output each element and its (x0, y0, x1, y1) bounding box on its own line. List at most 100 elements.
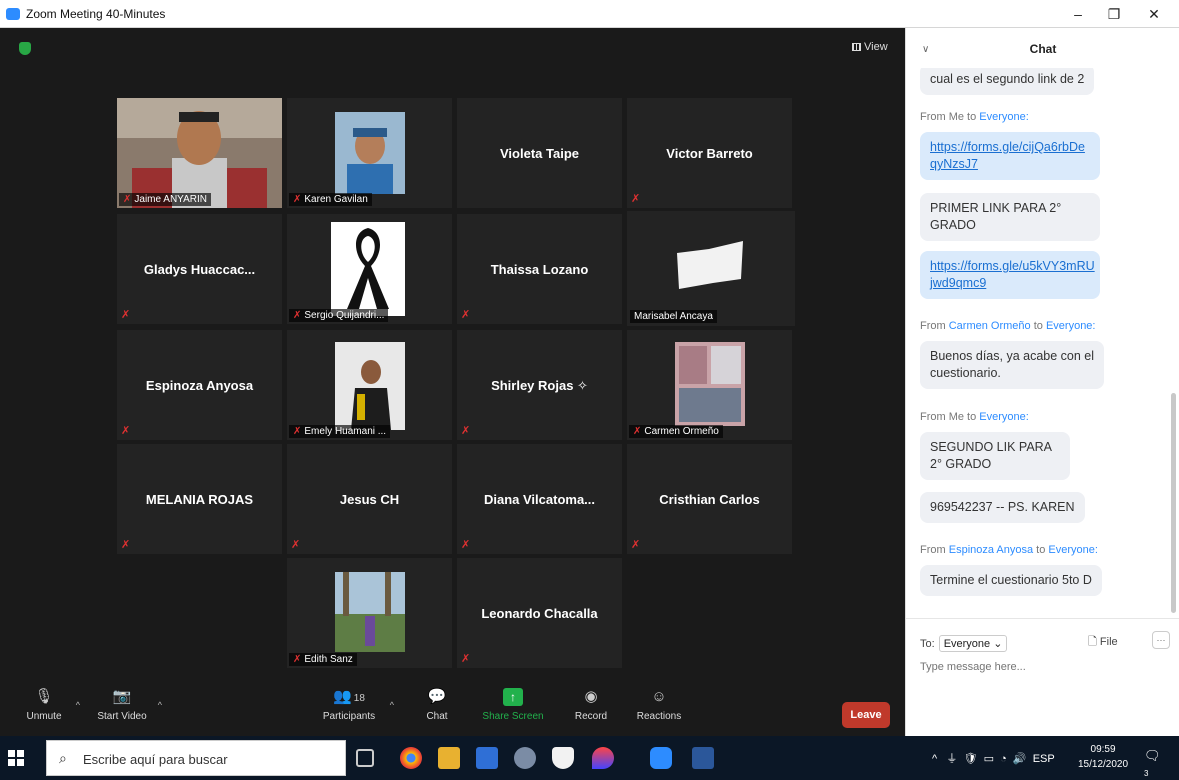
system-clock[interactable]: 09:59 15/12/2020 (1078, 742, 1128, 772)
store-icon[interactable] (476, 747, 498, 769)
file-label: File (1099, 636, 1118, 648)
chat-icon: 💬 (427, 688, 447, 705)
paint3d-icon[interactable] (592, 747, 614, 769)
participant-tile[interactable]: Gladys Huaccac... ✗ (117, 214, 282, 324)
reactions-icon: ☺ (651, 688, 667, 705)
chat-message-input[interactable] (920, 661, 1160, 673)
file-explorer-icon[interactable] (438, 747, 460, 769)
window-titlebar: Zoom Meeting 40-Minutes – ❐ ✕ (0, 0, 1179, 28)
file-icon: 🗋 (1088, 636, 1097, 648)
paint-icon[interactable] (514, 747, 536, 769)
chat-message: 969542237 -- PS. KAREN (920, 492, 1085, 523)
windows-start-icon[interactable] (8, 750, 24, 766)
muted-mic-icon: ✗ (293, 310, 302, 321)
sender-to: to (1033, 544, 1049, 556)
participant-tile[interactable]: Violeta Taipe (457, 98, 622, 208)
participant-name: Marisabel Ancaya (634, 311, 713, 322)
tray-shield-icon[interactable]: 🛡 (963, 753, 977, 765)
tray-battery-icon[interactable]: ▭ (984, 753, 994, 765)
windows-taskbar: ⌕ Escribe aquí para buscar ^ ⏚ 🛡 ▭ ◔ 🔊 E… (0, 736, 1179, 780)
chat-link-message[interactable]: https://forms.gle/u5kVY3mRU jwd9qmc9 (920, 251, 1100, 299)
language-indicator[interactable]: ESP (1033, 753, 1055, 765)
message-sender: From Me to Everyone: (920, 111, 1029, 123)
search-placeholder: Escribe aquí para buscar (83, 752, 228, 767)
participant-tile[interactable]: Thaissa Lozano ✗ (457, 214, 622, 324)
participant-tile[interactable]: Diana Vilcatoma... ✗ (457, 444, 622, 554)
security-shield-icon[interactable] (19, 42, 31, 55)
record-icon: ◉ (584, 688, 598, 705)
recipient-dropdown[interactable]: Everyone ⌄ (938, 635, 1008, 652)
reactions-button[interactable]: ☺ Reactions (636, 688, 682, 722)
more-options-button[interactable]: ··· (1152, 631, 1170, 649)
view-button[interactable]: View (852, 41, 888, 53)
participant-name: Karen Gavilan (304, 194, 368, 205)
participant-tile[interactable]: ✗ Sergio Quijandri... (287, 214, 452, 324)
participant-label: ✗ Sergio Quijandri... (289, 309, 389, 322)
participant-tile[interactable]: Leonardo Chacalla ✗ (457, 558, 622, 668)
file-button[interactable]: 🗋 File (1088, 633, 1118, 652)
tray-arrow-icon[interactable]: ^ (932, 753, 937, 765)
zoom-app-icon (6, 8, 20, 20)
participant-name: Gladys Huaccac... (143, 262, 256, 277)
audio-options-caret-icon[interactable]: ^ (76, 700, 80, 710)
participant-tile[interactable]: Jesus CH ✗ (287, 444, 452, 554)
participant-tile[interactable]: ✗ Karen Gavilan (287, 98, 452, 208)
chat-button[interactable]: 💬 Chat (422, 688, 452, 722)
chat-message: cual es el segundo link de 2 (920, 68, 1095, 95)
system-tray: ^ ⏚ 🛡 ▭ ◔ 🔊 ESP (932, 750, 1055, 766)
video-gallery: View ✗ Jaime ANYARIN ✗ Karen Gavilan Viole… (0, 28, 905, 736)
participant-tile[interactable]: Espinoza Anyosa ✗ (117, 330, 282, 440)
chat-composer: To: Everyone ⌄ 🗋 File ··· (906, 618, 1179, 736)
record-button[interactable]: ◉ Record (572, 688, 610, 722)
chat-link-message[interactable]: https://forms.gle/cijQa6rbDe qyNzsJ7 (920, 132, 1100, 180)
sender-prefix: From (920, 544, 949, 556)
participant-label: ✗ Emely Huamani ... (289, 425, 391, 438)
participants-button[interactable]: 👥 18 Participants ^ (318, 688, 394, 722)
close-button[interactable]: ✕ (1131, 3, 1177, 25)
recipient: Everyone: (1045, 320, 1096, 332)
leave-button[interactable]: Leave (842, 702, 890, 728)
participant-tile[interactable]: Shirley Rojas ✧ ✗ (457, 330, 622, 440)
participant-video (287, 330, 452, 440)
muted-mic-icon: ✗ (631, 193, 641, 205)
word-icon[interactable] (692, 747, 714, 769)
participant-tile[interactable]: MELANIA ROJAS ✗ (117, 444, 282, 554)
chat-message: Termine el cuestionario 5to D (920, 565, 1102, 596)
video-options-caret-icon[interactable]: ^ (158, 700, 162, 710)
notification-count: 3 (1144, 769, 1149, 778)
start-video-button[interactable]: 📷 Start Video ^ (96, 688, 162, 722)
muted-mic-icon: ✗ (291, 539, 301, 551)
chat-label: Chat (426, 711, 448, 722)
taskbar-search-box[interactable]: ⌕ Escribe aquí para buscar (46, 740, 346, 776)
unmute-button[interactable]: 🎙 Unmute ^ (22, 688, 80, 722)
share-screen-button[interactable]: ↑ Share Screen (482, 688, 544, 722)
participant-tile[interactable]: ✗ Jaime ANYARIN (117, 98, 282, 208)
participant-name: Thaissa Lozano (490, 262, 589, 277)
tray-volume-icon[interactable]: 🔊 (1013, 753, 1027, 765)
participant-tile[interactable]: ✗ Emely Huamani ... (287, 330, 452, 440)
participant-tile[interactable]: ✗ Edith Sanz (287, 558, 452, 668)
tray-wifi-icon[interactable]: ◔ (1000, 753, 1007, 765)
participant-tile[interactable]: Victor Barreto ✗ (627, 98, 792, 208)
participant-tile-active-speaker[interactable]: Marisabel Ancaya (627, 211, 795, 326)
chrome-icon[interactable] (400, 747, 422, 769)
participant-label: ✗ Jaime ANYARIN (119, 193, 212, 206)
participant-name: Emely Huamani ... (304, 426, 387, 437)
tray-usb-icon[interactable]: ⏚ (946, 753, 957, 765)
message-sender: From Me to Everyone: (920, 411, 1029, 423)
sender-prefix: From Me to (920, 111, 980, 123)
zoom-taskbar-icon[interactable] (650, 747, 672, 769)
chat-scrollbar[interactable] (1171, 393, 1176, 613)
muted-mic-icon: ✗ (631, 539, 641, 551)
participant-name: Edith Sanz (304, 654, 353, 665)
chat-messages[interactable]: cual es el segundo link de 2 From Me to … (906, 68, 1168, 613)
notification-icon[interactable]: 🗨3 (1144, 748, 1162, 778)
muted-mic-icon: ✗ (121, 425, 131, 437)
participants-caret-icon[interactable]: ^ (390, 700, 394, 710)
participants-label: Participants (322, 711, 376, 722)
share-screen-icon: ↑ (503, 688, 523, 706)
participant-tile[interactable]: Cristhian Carlos ✗ (627, 444, 792, 554)
security-icon[interactable] (552, 747, 574, 769)
task-view-icon[interactable] (356, 749, 374, 767)
participant-tile[interactable]: ✗ Carmen Ormeño (627, 330, 792, 440)
